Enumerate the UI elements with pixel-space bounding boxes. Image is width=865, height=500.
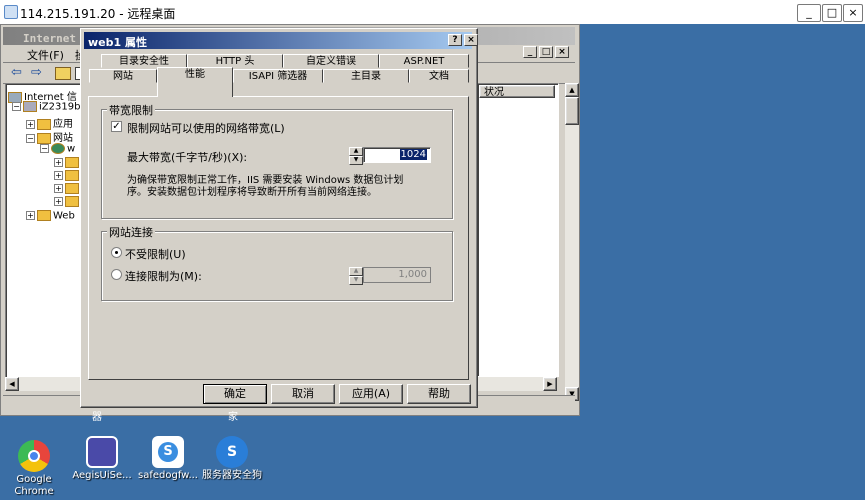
forward-arrow-icon[interactable]: ⇨: [31, 65, 42, 80]
server-icon: [23, 101, 37, 112]
tree-server[interactable]: − iZ2319b: [12, 101, 80, 113]
folder-icon: [37, 132, 51, 144]
connection-limit-input[interactable]: 1,000: [363, 267, 431, 283]
menu-file[interactable]: 文件(F): [27, 47, 64, 63]
tab-website[interactable]: 网站: [89, 69, 157, 83]
tab-performance[interactable]: 性能: [157, 67, 233, 97]
folder-icon: [37, 118, 51, 130]
remote-desktop-titlebar: 114.215.191.20 - 远程桌面 _ □ ×: [0, 0, 865, 25]
desktop-icon-label: safedogfw...: [138, 470, 198, 481]
ok-button[interactable]: 确定: [203, 384, 267, 404]
desktop-icon-safedogfw[interactable]: S safedogfw...: [136, 436, 200, 482]
tree-subfolder[interactable]: +: [54, 157, 81, 169]
vertical-scrollbar[interactable]: ▲ ▼: [565, 83, 579, 401]
limit-bandwidth-checkbox[interactable]: ✓: [111, 121, 122, 132]
scroll-up-button[interactable]: ▲: [565, 83, 579, 97]
max-bandwidth-input[interactable]: 1024: [363, 147, 431, 163]
tab-documents[interactable]: 文档: [409, 69, 469, 83]
unlimited-connections-label[interactable]: 不受限制(U): [125, 246, 186, 262]
close-button[interactable]: ×: [464, 34, 478, 46]
chrome-icon: [18, 440, 50, 472]
desktop-icon-label: 服务器安全狗: [202, 470, 262, 481]
limit-connections-radio[interactable]: [111, 269, 122, 280]
desktop-icon-label: AegisUiSe...: [72, 470, 132, 481]
column-header-status[interactable]: 状况: [479, 85, 555, 98]
inner-minimize-button[interactable]: _: [523, 46, 537, 58]
safedog-icon: S: [152, 436, 184, 468]
globe-icon: [51, 143, 65, 154]
apply-button[interactable]: 应用(A): [339, 384, 403, 404]
close-button[interactable]: ×: [843, 4, 863, 22]
up-folder-icon[interactable]: [55, 67, 71, 80]
connection-limit-spinner[interactable]: ▲ ▼: [349, 267, 363, 285]
folder-icon: [65, 170, 79, 181]
tree-pane: Internet 信 − iZ2319b + 应用 − 网站 − w + + + + +…: [5, 83, 87, 391]
tab-panel-performance: 带宽限制 ✓ 限制网站可以使用的网络带宽(L) 最大带宽(千字节/秒)(X): …: [88, 96, 469, 380]
tree-subfolder[interactable]: +: [54, 183, 81, 195]
help-button[interactable]: ?: [448, 34, 462, 46]
folder-icon: [65, 183, 79, 194]
connections-group: [101, 231, 453, 301]
bandwidth-group-label: 带宽限制: [107, 102, 155, 118]
folder-icon: [37, 210, 51, 221]
folder-icon: [65, 157, 79, 168]
spin-up-button[interactable]: ▲: [349, 267, 363, 276]
tab-aspnet[interactable]: ASP.NET: [379, 54, 469, 68]
tree-app-pools[interactable]: + 应用: [26, 115, 73, 130]
partial-label: 家: [228, 412, 238, 423]
dialog-titlebar: web1 属性 ? ×: [84, 32, 478, 49]
back-arrow-icon[interactable]: ⇦: [11, 65, 22, 80]
desktop-icon-chrome[interactable]: Google Chrome: [2, 440, 66, 498]
tree-web1[interactable]: − w: [40, 143, 75, 155]
unlimited-connections-radio[interactable]: [111, 247, 122, 258]
tab-custom-errors[interactable]: 自定义错误: [283, 54, 379, 68]
desktop-icon-aegis[interactable]: AegisUiSe...: [70, 436, 134, 482]
connections-group-label: 网站连接: [107, 224, 155, 240]
maximize-button[interactable]: □: [822, 4, 842, 22]
tree-web-extensions[interactable]: + Web: [26, 210, 75, 222]
detail-pane: 状况: [477, 83, 559, 377]
spin-up-button[interactable]: ▲: [349, 147, 363, 156]
cancel-button[interactable]: 取消: [271, 384, 335, 404]
tree-subfolder[interactable]: +: [54, 170, 81, 182]
remote-desktop-title: 114.215.191.20 - 远程桌面: [20, 7, 176, 21]
safedog-icon: S: [216, 436, 248, 468]
desktop-icon-safedog[interactable]: S 服务器安全狗: [200, 436, 264, 482]
properties-dialog: web1 属性 ? × 目录安全性 HTTP 头 自定义错误 ASP.NET 网…: [80, 28, 478, 408]
spin-down-button[interactable]: ▼: [349, 156, 363, 165]
tab-http-headers[interactable]: HTTP 头: [187, 54, 283, 68]
remote-desktop-icon: [4, 5, 18, 19]
inner-restore-button[interactable]: □: [539, 46, 553, 58]
shield-icon: [86, 436, 118, 468]
desktop-icon-label: Google Chrome: [14, 474, 54, 497]
partial-label: 器: [92, 412, 102, 423]
bandwidth-note-line2: 序。安装数据包计划程序将导致断开所有当前网络连接。: [127, 187, 377, 198]
help-button[interactable]: 帮助: [407, 384, 471, 404]
tab-directory-security[interactable]: 目录安全性: [101, 54, 187, 68]
limit-bandwidth-label[interactable]: 限制网站可以使用的网络带宽(L): [127, 120, 285, 136]
inner-close-button[interactable]: ×: [555, 46, 569, 58]
limit-connections-label[interactable]: 连接限制为(M):: [125, 268, 202, 284]
max-bandwidth-label: 最大带宽(千字节/秒)(X):: [127, 151, 248, 164]
tab-home-directory[interactable]: 主目录: [323, 69, 409, 83]
spin-down-button[interactable]: ▼: [349, 276, 363, 285]
max-bandwidth-spinner[interactable]: ▲ ▼: [349, 147, 363, 165]
minimize-button[interactable]: _: [797, 4, 821, 22]
tree-subfolder[interactable]: +: [54, 196, 81, 208]
tab-isapi-filters[interactable]: ISAPI 筛选器: [233, 69, 323, 83]
folder-icon: [65, 196, 79, 207]
dialog-title: web1 属性: [88, 36, 147, 49]
scroll-left-button[interactable]: ◀: [5, 377, 19, 391]
scroll-thumb[interactable]: [565, 97, 579, 125]
scroll-right-button[interactable]: ▶: [543, 377, 557, 391]
tree-websites[interactable]: − 网站: [26, 129, 73, 144]
